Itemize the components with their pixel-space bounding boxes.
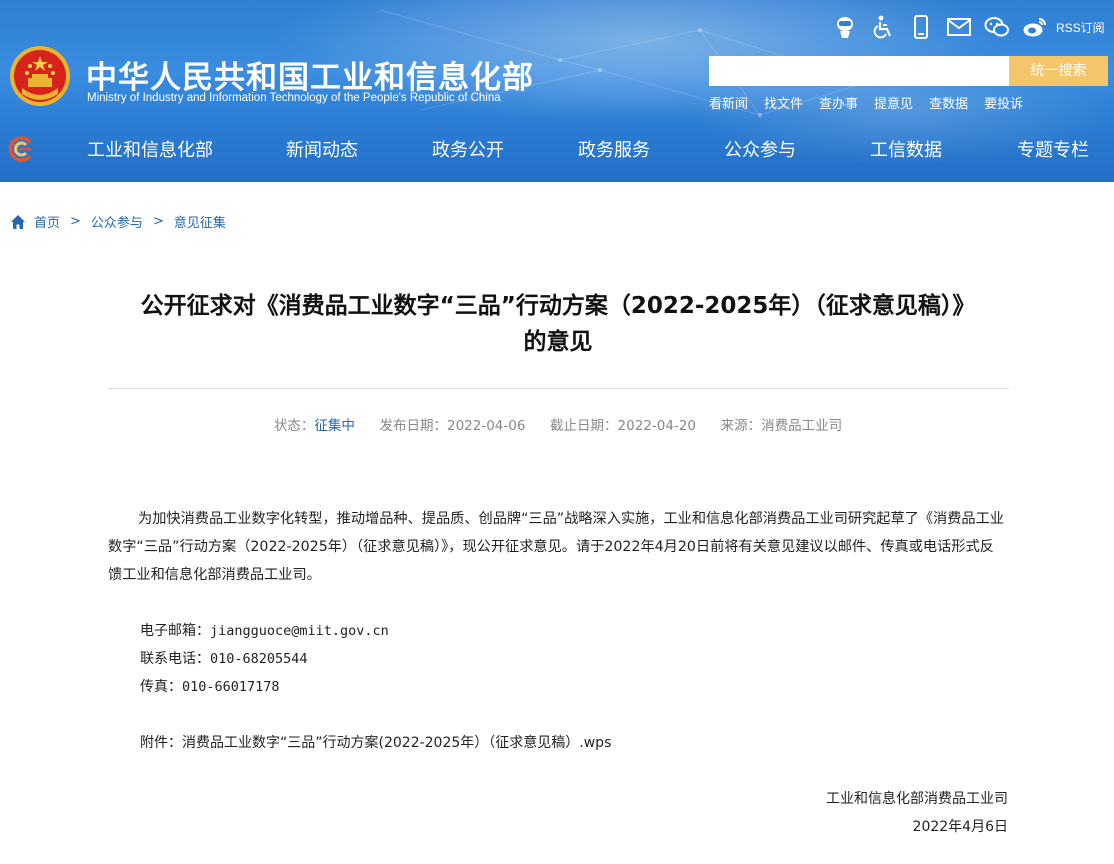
fax-label: 传真： xyxy=(140,679,182,695)
site-title[interactable]: 中华人民共和国工业和信息化部 xyxy=(86,52,534,97)
nav-item-special-topics[interactable]: 专题专栏 xyxy=(1017,136,1089,162)
attachment-label: 附件： xyxy=(140,735,182,751)
nav-item-gov-services[interactable]: 政务服务 xyxy=(578,136,650,162)
home-icon xyxy=(11,214,25,229)
wechat-icon[interactable] xyxy=(984,14,1010,40)
rss-link[interactable]: RSS订阅 xyxy=(1056,19,1105,36)
breadcrumb-separator: > xyxy=(152,214,164,229)
breadcrumb-separator: > xyxy=(70,214,81,229)
robot-icon[interactable] xyxy=(832,14,858,40)
breadcrumb: 首页 > 公众参与 > 意见征集 xyxy=(10,212,226,231)
article-meta: 状态：征集中 发布日期：2022-04-06 截止日期：2022-04-20 来… xyxy=(108,414,1008,434)
search-button[interactable]: 统一搜索 xyxy=(1009,56,1108,86)
article-title: 公开征求对《消费品工业数字“三品”行动方案（2022-2025年）（征求意见稿）… xyxy=(108,288,1008,360)
nav-item-public-participation[interactable]: 公众参与 xyxy=(724,136,796,162)
fax-line: 传真：010-66017178 xyxy=(140,676,280,696)
status-value: 征集中 xyxy=(314,418,355,434)
national-emblem-icon xyxy=(10,46,70,106)
breadcrumb-home[interactable]: 首页 xyxy=(34,212,60,231)
quick-link-data[interactable]: 查数据 xyxy=(929,93,968,112)
site-subtitle: Ministry of Industry and Information Tec… xyxy=(87,92,501,104)
quick-link-services[interactable]: 查办事 xyxy=(819,93,858,112)
phone-label: 联系电话： xyxy=(140,651,210,667)
phone-value: 010-68205544 xyxy=(210,651,308,667)
publish-date: 2022-04-06 xyxy=(446,418,526,434)
nav-item-news[interactable]: 新闻动态 xyxy=(286,136,358,162)
site-header: 中华人民共和国工业和信息化部 Ministry of Industry and … xyxy=(0,0,1114,182)
phone-line: 联系电话：010-68205544 xyxy=(140,648,308,668)
status-label: 状态： xyxy=(273,418,315,434)
quick-link-complaint[interactable]: 要投诉 xyxy=(984,93,1023,112)
nav-item-gov-info[interactable]: 政务公开 xyxy=(432,136,504,162)
deadline-label: 截止日期： xyxy=(550,418,618,434)
mobile-icon[interactable] xyxy=(908,14,934,40)
utility-toolbar: RSS订阅 xyxy=(832,12,1105,42)
weibo-icon[interactable] xyxy=(1022,14,1048,40)
signature-organization: 工业和信息化部消费品工业司 xyxy=(826,791,1008,807)
breadcrumb-public-participation[interactable]: 公众参与 xyxy=(91,212,143,231)
quick-link-feedback[interactable]: 提意见 xyxy=(874,93,913,112)
attachment-link[interactable]: 消费品工业数字“三品”行动方案(2022-2025年）（征求意见稿）.wps xyxy=(182,735,611,751)
article-title-line1: 公开征求对《消费品工业数字“三品”行动方案（2022-2025年）（征求意见稿）… xyxy=(140,293,976,319)
quick-links: 看新闻 找文件 查办事 提意见 查数据 要投诉 xyxy=(709,93,1039,112)
publish-date-label: 发布日期： xyxy=(379,418,447,434)
article-body-paragraph: 为加快消费品工业数字化转型，推动增品种、提品质、创品牌“三品”战略深入实施，工业… xyxy=(108,511,1004,583)
attachment-line: 附件：消费品工业数字“三品”行动方案(2022-2025年）（征求意见稿）.wp… xyxy=(140,732,611,752)
source-value: 消费品工业司 xyxy=(761,418,843,434)
quick-link-documents[interactable]: 找文件 xyxy=(764,93,803,112)
main-navigation: 工业和信息化部 新闻动态 政务公开 政务服务 公众参与 工信数据 专题专栏 xyxy=(0,126,1114,170)
email-value: jiangguoce@miit.gov.cn xyxy=(210,623,389,639)
source-label: 来源： xyxy=(720,418,762,434)
mail-icon[interactable] xyxy=(946,14,972,40)
article-title-line2: 的意见 xyxy=(523,329,593,355)
email-label: 电子邮箱： xyxy=(140,623,210,639)
signature-date: 2022年4月6日 xyxy=(912,819,1008,835)
title-divider xyxy=(108,388,1009,389)
quick-link-news[interactable]: 看新闻 xyxy=(709,93,748,112)
breadcrumb-consultation[interactable]: 意见征集 xyxy=(174,212,226,231)
email-line: 电子邮箱：jiangguoce@miit.gov.cn xyxy=(140,620,389,640)
accessibility-icon[interactable] xyxy=(870,14,896,40)
deadline-date: 2022-04-20 xyxy=(617,418,697,434)
nav-item-data[interactable]: 工信数据 xyxy=(870,136,942,162)
nav-logo-icon[interactable] xyxy=(6,136,36,162)
search-input[interactable] xyxy=(709,56,1009,86)
nav-item-miit[interactable]: 工业和信息化部 xyxy=(87,136,213,162)
fax-value: 010-66017178 xyxy=(182,679,280,695)
